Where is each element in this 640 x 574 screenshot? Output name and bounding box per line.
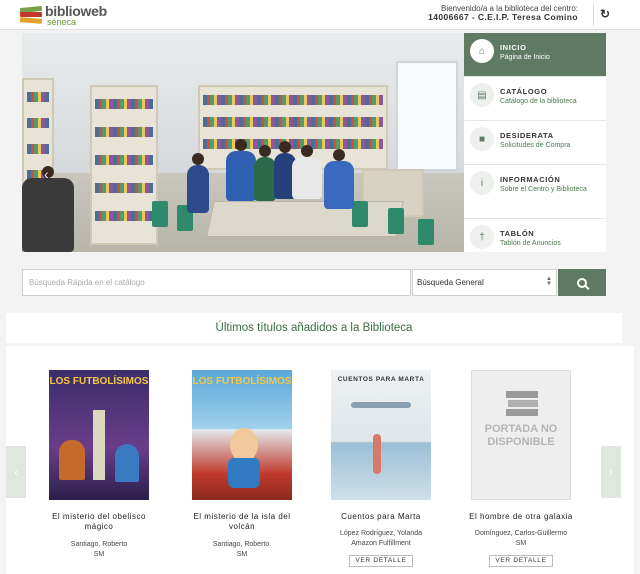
hero-photo: ‹ — [22, 33, 464, 252]
cover-text: PORTADA NO DISPONIBLE — [484, 423, 558, 448]
hero-prev-arrow[interactable]: ‹ — [44, 166, 54, 182]
info-icon: i — [470, 171, 494, 195]
book-card[interactable]: CUENTOS PARA MARTA Cuentos para Marta Ló… — [319, 370, 443, 567]
book-icon: ▤ — [470, 83, 494, 107]
latest-books-carousel: ‹ › LOS FUTBOLÍSIMOS El misterio del obe… — [6, 346, 634, 574]
home-icon: ⌂ — [470, 39, 494, 63]
book-title[interactable]: El misterio del obelisco mágico — [37, 512, 161, 534]
section-title: Últimos títulos añadidos a la Biblioteca — [6, 313, 622, 343]
menu-item-subtitle: Catálogo de la biblioteca — [500, 98, 577, 105]
search-button[interactable] — [558, 269, 606, 296]
stacked-books-icon — [506, 391, 538, 419]
book-title[interactable]: El misterio de la isla del volcán — [180, 512, 304, 534]
menu-item-catalogo[interactable]: ▤ CATÁLOGO Catálogo de la biblioteca — [464, 77, 606, 121]
book-title[interactable]: Cuentos para Marta — [319, 512, 443, 523]
book-cover[interactable]: LOS FUTBOLÍSIMOS — [49, 370, 149, 500]
book-publisher: SM — [515, 539, 527, 547]
menu-item-title: DESIDERATA — [500, 131, 554, 140]
search-bar: Búsqueda General ▲▼ — [22, 269, 606, 296]
menu-item-subtitle: Solicitudes de Compra — [500, 142, 571, 149]
logo-main-text: biblioweb — [45, 2, 107, 19]
book-card[interactable]: LOS FUTBOLÍSIMOS El misterio del obelisc… — [37, 370, 161, 560]
menu-item-informacion[interactable]: i INFORMACIÓN Sobre el Centro y Bibliote… — [464, 165, 606, 219]
center-info: Bienvenido/a a la biblioteca del centro:… — [428, 4, 578, 23]
search-type-select[interactable]: Búsqueda General ▲ ▼ — [412, 269, 557, 296]
refresh-icon[interactable]: ↻ — [598, 7, 612, 21]
book-publisher: SM — [93, 550, 105, 558]
book-cover[interactable]: CUENTOS PARA MARTA — [331, 370, 431, 500]
book-title[interactable]: El hombre de otra galaxia — [459, 512, 583, 523]
select-arrows-icon: ▲ ▼ — [546, 276, 552, 287]
view-detail-button[interactable]: VER DETALLE — [349, 554, 413, 567]
book-publisher: Amazon Fulfillment — [351, 539, 411, 547]
book-cover[interactable]: LOS FUTBOLÍSIMOS — [192, 370, 292, 500]
pin-icon: † — [470, 225, 494, 249]
carousel-prev-button[interactable]: ‹ — [6, 446, 26, 498]
menu-item-title: INICIO — [500, 43, 527, 52]
menu-item-subtitle: Sobre el Centro y Biblioteca — [500, 186, 587, 193]
cart-icon: ■ — [470, 127, 494, 151]
book-author: Domínguez, Carlos-Guillermo — [474, 530, 568, 537]
biblioweb-logo[interactable]: biblioweb séneca — [19, 2, 107, 28]
search-type-value: Búsqueda General — [417, 278, 484, 287]
book-author: Santiago, Roberto. — [212, 541, 272, 548]
cover-text: LOS FUTBOLÍSIMOS — [49, 376, 149, 387]
menu-item-tablon[interactable]: † TABLÓN Tablón de Anuncios — [464, 219, 606, 252]
menu-item-subtitle: Página de Inicio — [500, 54, 550, 61]
cover-text: LOS FUTBOLÍSIMOS — [192, 376, 292, 387]
book-card[interactable]: LOS FUTBOLÍSIMOS El misterio de la isla … — [180, 370, 304, 560]
menu-item-title: CATÁLOGO — [500, 87, 548, 96]
view-detail-button[interactable]: VER DETALLE — [489, 554, 553, 567]
book-card[interactable]: PORTADA NO DISPONIBLE El hombre de otra … — [459, 370, 583, 567]
menu-item-inicio[interactable]: ⌂ INICIO Página de Inicio — [464, 33, 606, 77]
header-divider — [593, 4, 594, 26]
menu-item-subtitle: Tablón de Anuncios — [500, 240, 561, 247]
search-input[interactable] — [22, 269, 411, 296]
book-publisher: SM — [236, 550, 248, 558]
menu-item-title: TABLÓN — [500, 229, 535, 238]
carousel-next-button[interactable]: › — [601, 446, 621, 498]
book-author: López Rodríguez, Yolanda — [339, 530, 423, 537]
menu-item-title: INFORMACIÓN — [500, 175, 561, 184]
books-logo-icon — [19, 5, 43, 24]
cover-text: CUENTOS PARA MARTA — [337, 376, 425, 383]
logo-sub-text: séneca — [47, 16, 77, 27]
search-icon — [577, 277, 587, 288]
center-name: 14006667 - C.E.I.P. Teresa Comino — [428, 12, 578, 23]
menu-item-desiderata[interactable]: ■ DESIDERATA Solicitudes de Compra — [464, 121, 606, 165]
main-menu: ⌂ INICIO Página de Inicio ▤ CATÁLOGO Cat… — [464, 33, 606, 252]
top-header: biblioweb séneca Bienvenido/a a la bibli… — [0, 0, 640, 30]
book-author: Santiago, Roberto — [70, 541, 128, 548]
book-cover[interactable]: PORTADA NO DISPONIBLE — [471, 370, 571, 500]
